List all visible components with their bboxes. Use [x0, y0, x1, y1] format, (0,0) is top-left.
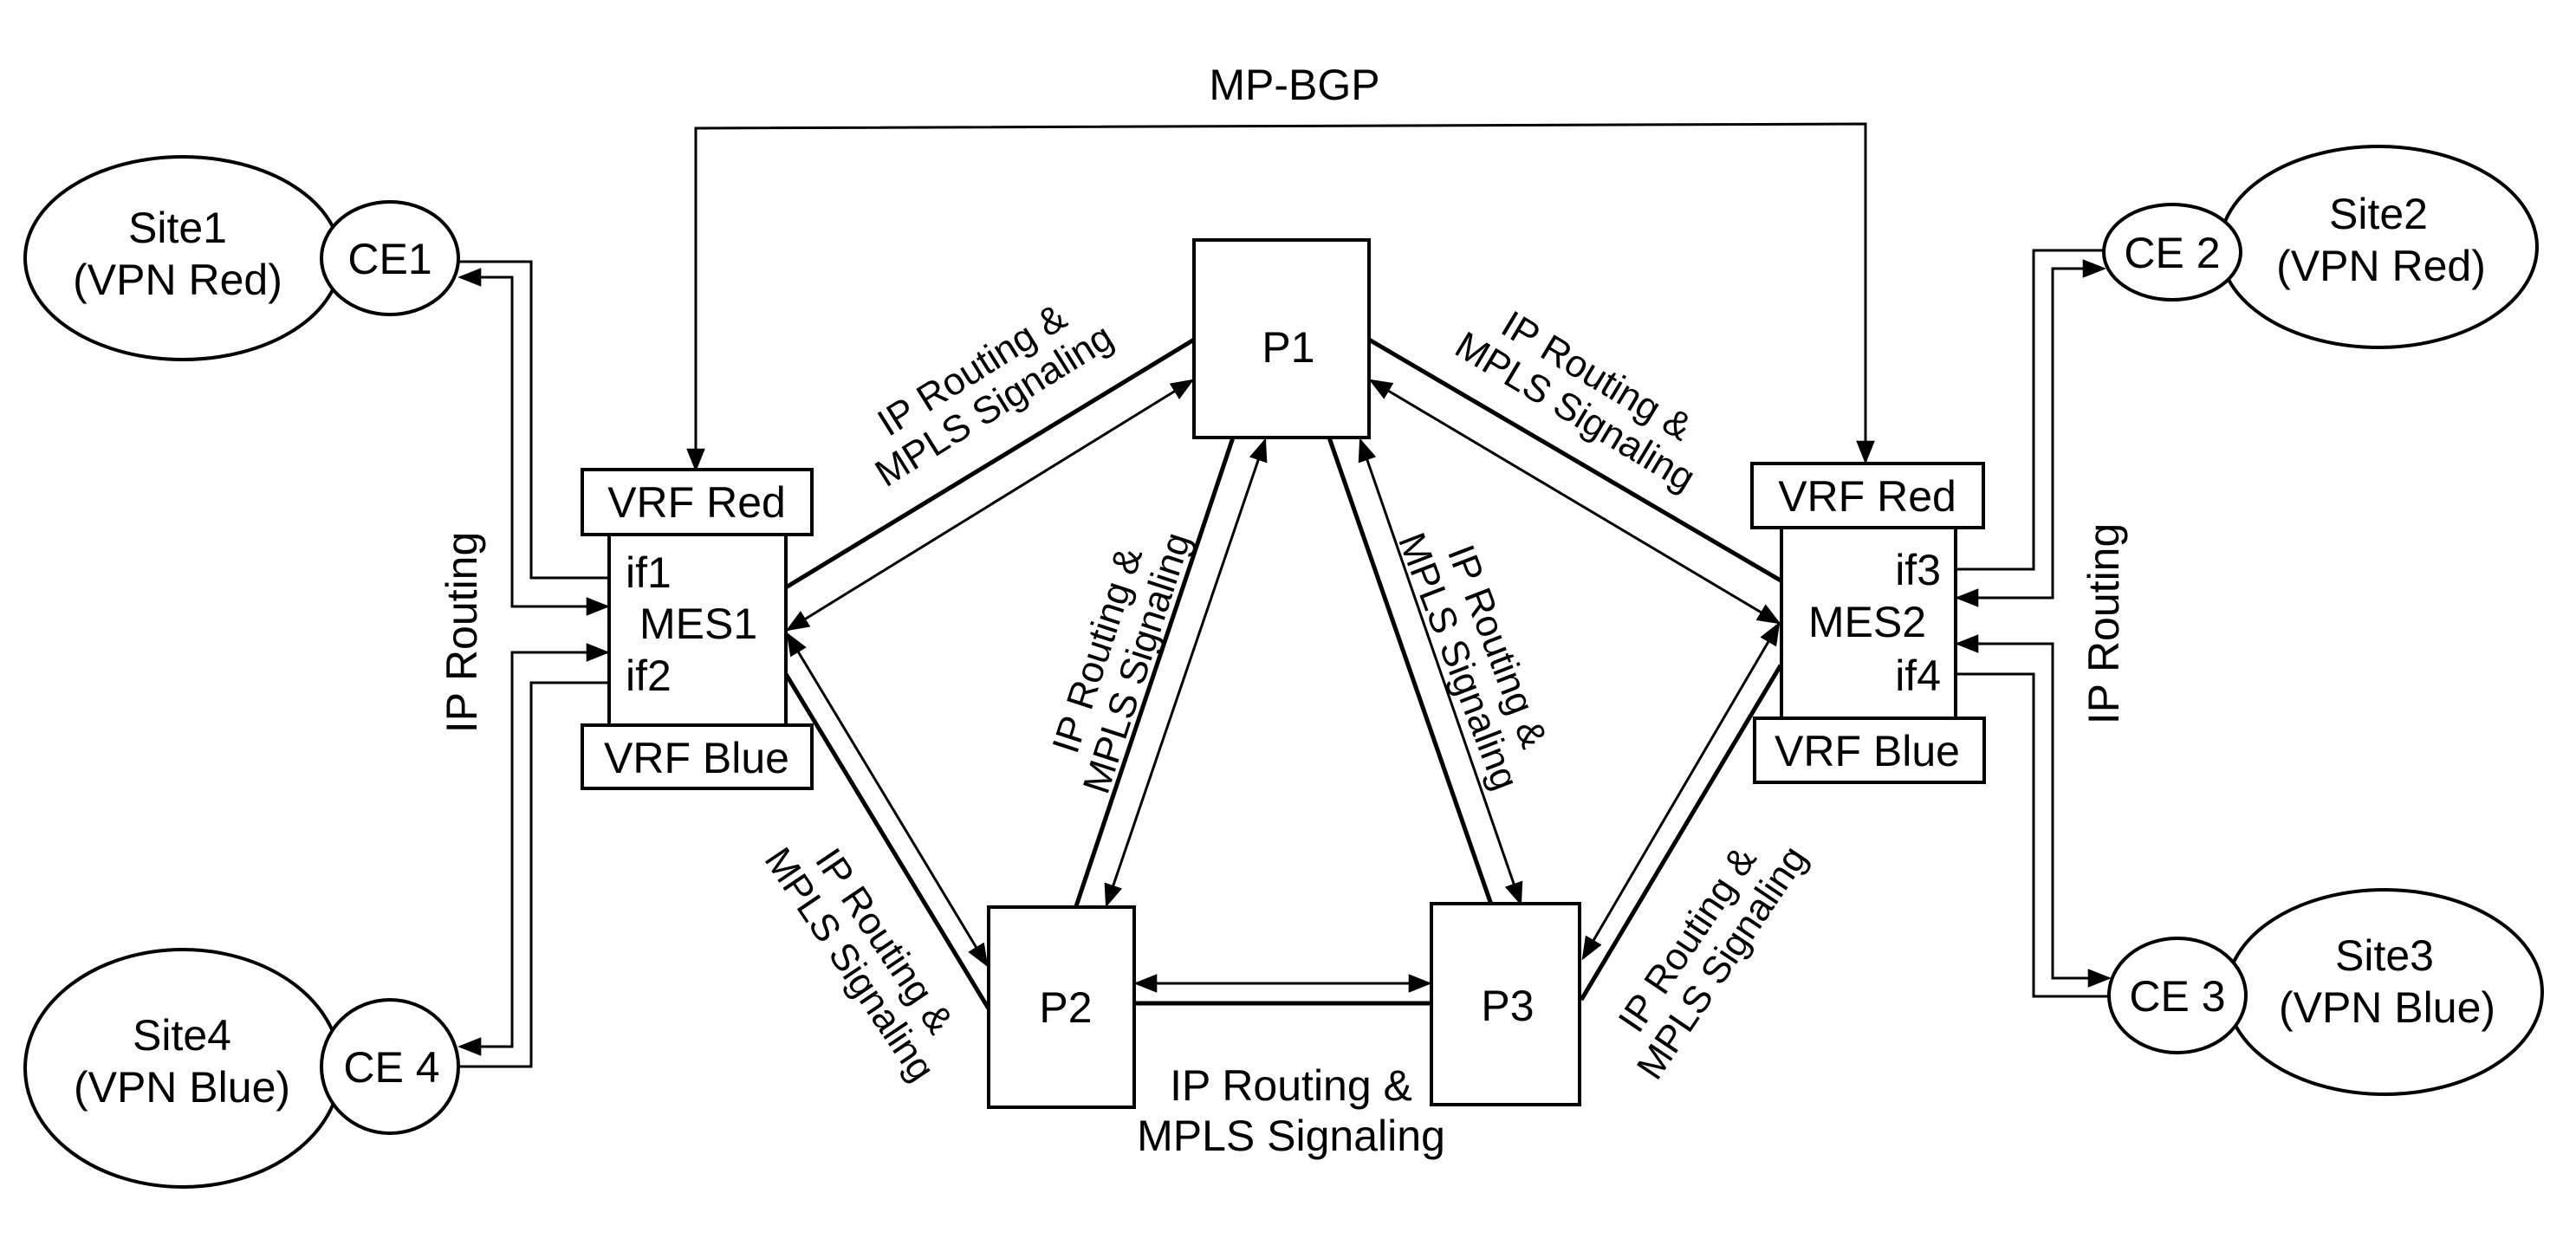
site3-name: Site3	[2335, 931, 2434, 980]
p2-router: P2	[987, 905, 1136, 1109]
mes1-p2-label: IP Routing & MPLS Signaling	[756, 840, 962, 1089]
p2-label: P2	[1039, 983, 1092, 1032]
site2: Site2 (VPN Red) CE 2	[2102, 145, 2539, 349]
mes2-name: MES2	[1808, 598, 1926, 646]
mes2-if3-label: if3	[1895, 546, 1941, 594]
mes1-p1-label: IP Routing & MPLS Signaling	[868, 295, 1120, 495]
p2-p3-label: IP Routing & MPLS Signaling	[1137, 1061, 1445, 1160]
ce3-label: CE 3	[2129, 972, 2225, 1021]
mes2-p3-label: IP Routing & MPLS Signaling	[1611, 839, 1816, 1087]
p2-p3-label-line2: MPLS Signaling	[1137, 1112, 1445, 1160]
mes1-if2-label: if2	[626, 652, 672, 700]
mp-bgp-label: MP-BGP	[1209, 61, 1379, 109]
p1-router: P1	[1192, 238, 1371, 439]
p3-router: P3	[1430, 902, 1581, 1106]
p1-label: P1	[1262, 323, 1314, 372]
mes1-vrf-red-label: VRF Red	[607, 478, 786, 527]
site4-vpn: (VPN Blue)	[74, 1063, 290, 1112]
site3: Site3 (VPN Blue) CE 3	[2107, 888, 2544, 1096]
mes2-vrf-blue-label: VRF Blue	[1775, 727, 1960, 775]
site3-vpn: (VPN Blue)	[2279, 983, 2495, 1032]
mes1-name: MES1	[639, 600, 757, 648]
site1-vpn: (VPN Red)	[73, 256, 282, 304]
mes2-if4-label: if4	[1895, 652, 1941, 700]
site2-vpn: (VPN Red)	[2276, 242, 2486, 290]
site1-name: Site1	[128, 204, 227, 252]
p2-p3-label-line1: IP Routing &	[1170, 1061, 1412, 1110]
ce4-label: CE 4	[343, 1043, 439, 1092]
ce1-label: CE1	[347, 235, 431, 283]
mes1-router: VRF Red VRF Blue if1 MES1 if2	[581, 468, 814, 790]
mpls-vpn-diagram: MP-BGP Site1 (VPN Red) CE1 Site4 (VPN Bl…	[23, 61, 2544, 1189]
site4-name: Site4	[133, 1011, 231, 1060]
right-ip-routing-label: IP Routing	[2080, 523, 2128, 725]
mes2-vrf-red-label: VRF Red	[1778, 472, 1956, 521]
mes1-if1-label: if1	[626, 548, 672, 597]
site2-name: Site2	[2329, 190, 2428, 238]
p1-p3-label: IP Routing & MPLS Signaling	[1390, 527, 1555, 795]
site4: Site4 (VPN Blue) CE 4	[23, 948, 460, 1189]
mes1-vrf-blue-label: VRF Blue	[604, 734, 789, 782]
site1: Site1 (VPN Red) CE1	[23, 155, 460, 361]
p1-p2-label: IP Routing & MPLS Signaling	[1044, 528, 1199, 799]
ce2-label: CE 2	[2124, 229, 2220, 277]
left-ip-routing-label: IP Routing	[438, 532, 486, 734]
p3-label: P3	[1481, 982, 1534, 1030]
mes2-router: VRF Red VRF Blue if3 MES2 if4	[1750, 462, 1986, 784]
